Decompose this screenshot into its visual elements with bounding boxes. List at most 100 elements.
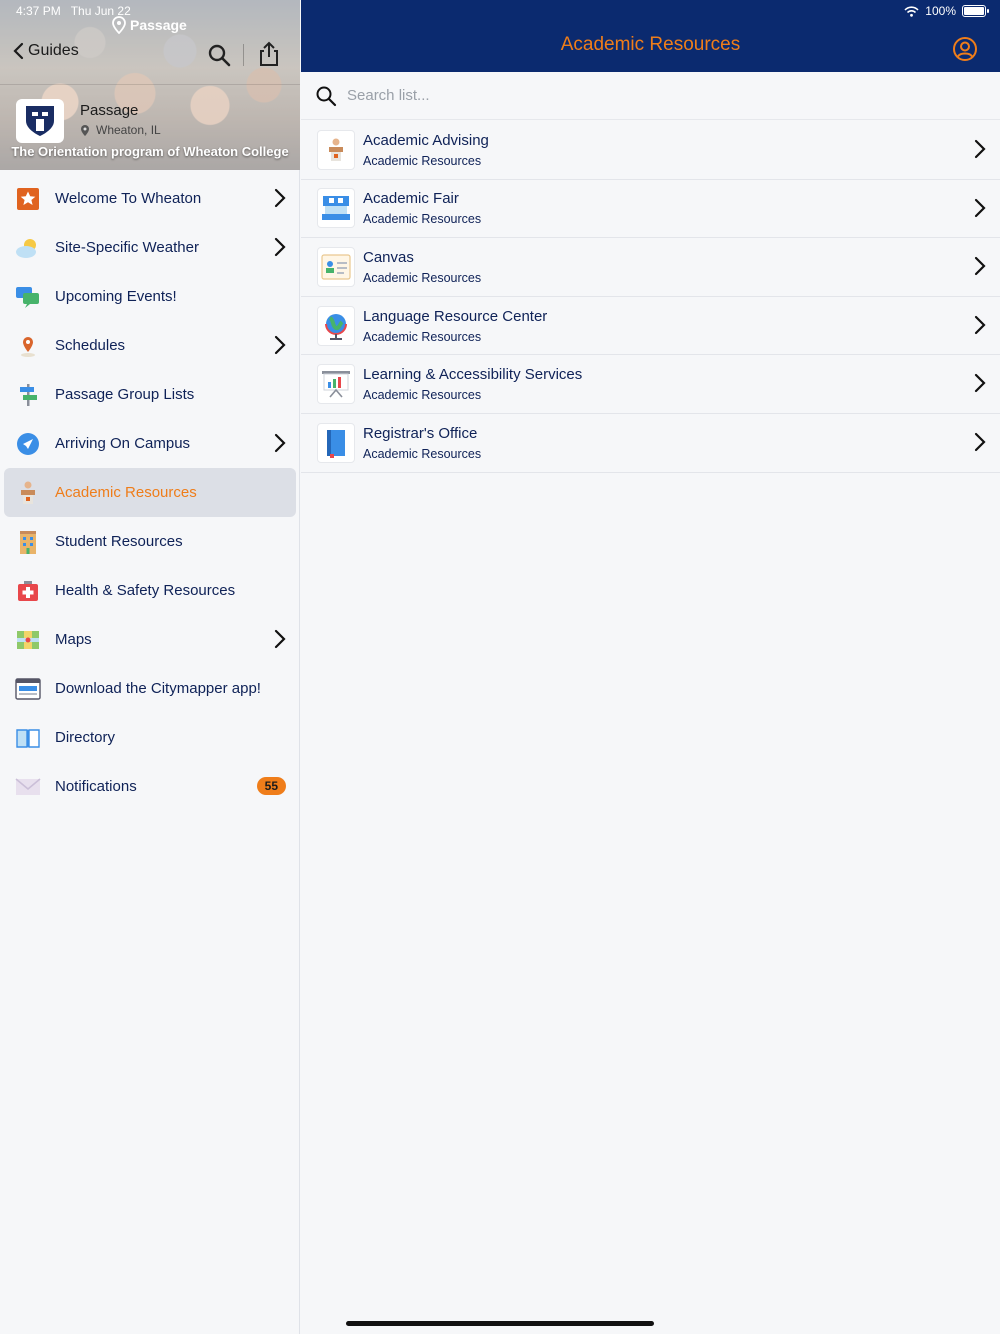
chevron-right-icon <box>974 198 986 223</box>
org-name: Passage <box>80 102 139 119</box>
back-button[interactable]: Guides <box>12 42 79 60</box>
sidebar-item-label: Schedules <box>55 337 126 354</box>
list-item-subtitle: Academic Resources <box>363 153 482 168</box>
booth-icon <box>317 188 355 229</box>
main-panel: 100% Academic Resources Academic Advisin… <box>301 0 1000 1334</box>
list-item-title: Language Resource Center <box>363 307 548 325</box>
sidebar-item-directory[interactable]: Directory <box>0 713 300 762</box>
list-item-subtitle: Academic Resources <box>363 212 482 227</box>
navigation-icon <box>14 430 42 458</box>
sidebar-item-maps[interactable]: Maps <box>0 615 300 664</box>
list-item-text: Learning & Accessibility Services Academi… <box>363 366 582 402</box>
sidebar-item-label: Directory <box>55 729 116 746</box>
sidebar-item-site-specific-weather[interactable]: Site-Specific Weather <box>0 223 300 272</box>
sidebar-item-label: Academic Resources <box>55 484 197 501</box>
brand-logo: Passage <box>112 16 187 34</box>
org-location-text: Wheaton, IL <box>96 123 161 137</box>
chevron-right-icon <box>274 335 286 360</box>
notification-badge: 55 <box>256 777 286 795</box>
list-item-title: Academic Advising <box>363 131 489 149</box>
list-item-subtitle: Academic Resources <box>363 270 482 285</box>
podium-icon <box>317 129 355 170</box>
podium-icon <box>14 479 42 507</box>
sidebar-item-label: Arriving On Campus <box>55 435 191 452</box>
shield-icon <box>26 106 54 136</box>
sidebar-item-label: Welcome To Wheaton <box>55 190 202 207</box>
wifi-icon <box>904 5 919 17</box>
top-bar: 100% Academic Resources <box>301 0 1000 72</box>
sidebar-item-label: Health & Safety Resources <box>55 582 236 599</box>
list-item[interactable]: Registrar's Office Academic Resources <box>301 414 1000 473</box>
battery-percent: 100% <box>925 4 956 18</box>
list-item[interactable]: Canvas Academic Resources <box>301 238 1000 297</box>
hero-divider <box>0 84 300 85</box>
sidebar-item-notifications[interactable]: Notifications 55 <box>0 762 300 811</box>
list-item-text: Academic Advising Academic Resources <box>363 132 489 168</box>
sidebar-item-label: Site-Specific Weather <box>55 239 199 256</box>
chevron-left-icon <box>13 42 24 60</box>
pin-logo-icon <box>112 16 126 34</box>
sidebar-item-download-the-citymapper-app[interactable]: Download the Citymapper app! <box>0 664 300 713</box>
org-location: Wheaton, IL <box>80 123 161 137</box>
chevron-right-icon <box>274 188 286 213</box>
book-icon <box>14 724 42 752</box>
chevron-right-icon <box>274 629 286 654</box>
sidebar-item-arriving-on-campus[interactable]: Arriving On Campus <box>0 419 300 468</box>
list-item-title: Academic Fair <box>363 190 459 208</box>
list-item[interactable]: Learning & Accessibility Services Academi… <box>301 355 1000 414</box>
battery-icon <box>962 5 989 17</box>
sidebar-item-passage-group-lists[interactable]: Passage Group Lists <box>0 370 300 419</box>
list-item[interactable]: Academic Advising Academic Resources <box>301 121 1000 180</box>
notebook-icon <box>317 422 355 463</box>
chat-icon <box>14 283 42 311</box>
hero-tagline: The Orientation program of Wheaton Colle… <box>11 144 289 159</box>
back-label: Guides <box>28 42 79 59</box>
envelope-icon <box>14 773 42 801</box>
sidebar-item-student-resources[interactable]: Student Resources <box>0 517 300 566</box>
chevron-right-icon <box>274 433 286 458</box>
map-pin-icon <box>14 332 42 360</box>
sidebar-item-welcome-to-wheaton[interactable]: Welcome To Wheaton <box>0 174 300 223</box>
search-icon[interactable] <box>206 42 232 68</box>
list-item-text: Canvas Academic Resources <box>363 249 481 285</box>
sidebar-item-label: Upcoming Events! <box>55 288 177 305</box>
sidebar-item-schedules[interactable]: Schedules <box>0 321 300 370</box>
browser-icon <box>14 675 42 703</box>
list-item-text: Registrar's Office Academic Resources <box>363 425 481 461</box>
list-item-title: Canvas <box>363 248 414 266</box>
search-icon <box>316 86 337 106</box>
sidebar-item-label: Student Resources <box>55 533 183 550</box>
list-item-subtitle: Academic Resources <box>363 329 482 344</box>
page-title: Academic Resources <box>560 34 741 55</box>
share-icon[interactable] <box>256 40 282 68</box>
sidebar-item-health-safety-resources[interactable]: Health & Safety Resources <box>0 566 300 615</box>
list-item-text: Academic Fair Academic Resources <box>363 190 481 226</box>
globe-icon <box>317 305 355 346</box>
sidebar-item-upcoming-events[interactable]: Upcoming Events! <box>0 272 300 321</box>
home-indicator <box>346 1321 654 1326</box>
chevron-right-icon <box>974 139 986 164</box>
map-icon <box>14 626 42 654</box>
list-item[interactable]: Academic Fair Academic Resources <box>301 180 1000 239</box>
list-item-title: Registrar's Office <box>363 424 478 442</box>
search-input[interactable] <box>347 87 947 104</box>
sidebar: 4:37 PM Thu Jun 22 Passage Guides Passage… <box>0 0 300 1334</box>
sidebar-nav: Welcome To Wheaton Site-Specific Weather U… <box>0 174 300 811</box>
sidebar-item-label: Passage Group Lists <box>55 386 195 403</box>
location-pin-icon <box>81 124 89 136</box>
list-item[interactable]: Language Resource Center Academic Resourc… <box>301 297 1000 356</box>
signpost-icon <box>14 381 42 409</box>
sidebar-item-academic-resources[interactable]: Academic Resources <box>4 468 296 517</box>
star-icon <box>14 185 42 213</box>
chevron-right-icon <box>974 315 986 340</box>
profile-icon[interactable] <box>952 36 978 62</box>
chevron-right-icon <box>974 432 986 457</box>
presentation-icon <box>317 364 355 405</box>
first-aid-icon <box>14 577 42 605</box>
chevron-right-icon <box>274 237 286 262</box>
resource-list: Academic Advising Academic Resources Acade… <box>301 121 1000 473</box>
weather-icon <box>14 234 42 262</box>
college-shield-logo <box>16 99 64 143</box>
sidebar-item-label: Notifications <box>55 778 137 795</box>
hero-banner: 4:37 PM Thu Jun 22 Passage Guides Passage… <box>0 0 300 170</box>
